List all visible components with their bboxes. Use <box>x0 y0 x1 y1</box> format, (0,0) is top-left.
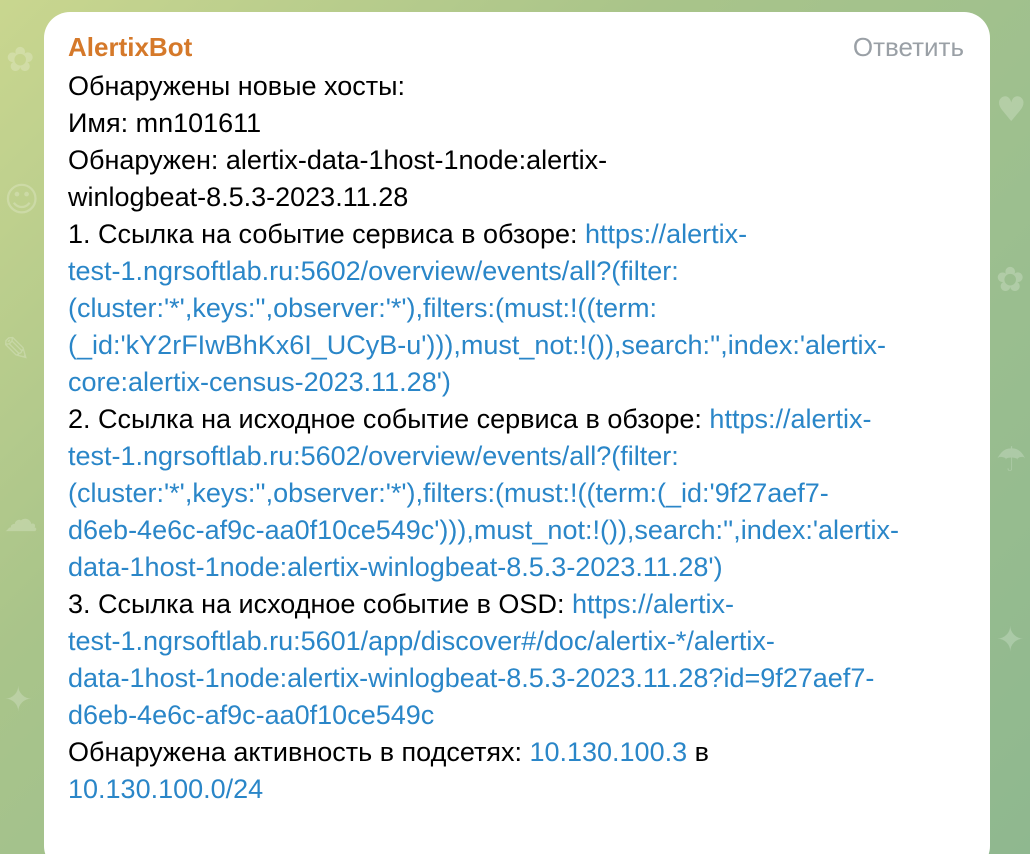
item-2-label: 2. Ссылка на исходное событие сервиса в … <box>68 404 710 434</box>
wallpaper-doodle-icon: ☺ <box>4 180 40 220</box>
wallpaper-doodle-icon: ☁ <box>4 500 38 540</box>
item-1: 1. Ссылка на событие сервиса в обзоре: h… <box>68 216 958 253</box>
wallpaper-doodle-icon: ✦ <box>996 620 1025 660</box>
item-3-link[interactable]: test-1.ngrsoftlab.ru:5601/app/discover#/… <box>68 626 775 656</box>
message-bubble: AlertixBot Ответить Обнаружены новые хос… <box>44 12 990 854</box>
item-3-link[interactable]: data-1host-1node:alertix-winlogbeat-8.5.… <box>68 663 874 693</box>
item-1-link[interactable]: (cluster:'*',keys:'',observer:'*'),filte… <box>68 293 657 323</box>
item-2: 2. Ссылка на исходное событие сервиса в … <box>68 401 958 438</box>
activity-in-text: в <box>687 737 709 767</box>
item-2-link[interactable]: data-1host-1node:alertix-winlogbeat-8.5.… <box>68 552 723 582</box>
item-1-link[interactable]: https://alertix- <box>585 219 747 249</box>
wallpaper-doodle-icon: ✿ <box>996 260 1025 300</box>
item-3-link[interactable]: d6eb-4e6c-af9c-aa0f10ce549c <box>68 700 434 730</box>
activity-line: Обнаружена активность в подсетях: 10.130… <box>68 734 958 771</box>
activity-ip-link[interactable]: 10.130.100.3 <box>529 737 687 767</box>
item-1-link[interactable]: (_id:'kY2rFIwBhKx6I_UCyB-u'))),must_not:… <box>68 330 886 360</box>
item-1-label: 1. Ссылка на событие сервиса в обзоре: <box>68 219 586 249</box>
wallpaper-doodle-icon: ✦ <box>4 680 33 720</box>
wallpaper-doodle-icon: ✎ <box>2 330 31 370</box>
wallpaper-doodle-icon: ✿ <box>6 40 35 80</box>
message-heading: Обнаружены новые хосты: <box>68 71 405 101</box>
item-3: 3. Ссылка на исходное событие в OSD: htt… <box>68 586 958 623</box>
message-header: AlertixBot Ответить <box>68 32 964 68</box>
item-2-link[interactable]: d6eb-4e6c-af9c-aa0f10ce549c'))),must_not… <box>68 515 899 545</box>
item-1-link[interactable]: core:alertix-census-2023.11.28') <box>68 367 451 397</box>
item-2-link[interactable]: (cluster:'*',keys:'',observer:'*'),filte… <box>68 478 829 508</box>
host-name: Имя: mn101611 <box>68 108 262 138</box>
activity-label: Обнаружена активность в подсетях: <box>68 737 530 767</box>
item-3-link[interactable]: https://alertix- <box>572 589 734 619</box>
reply-button[interactable]: Ответить <box>853 32 964 63</box>
item-3-label: 3. Ссылка на исходное событие в OSD: <box>68 589 572 619</box>
activity-subnet-link[interactable]: 10.130.100.0/24 <box>68 774 263 804</box>
message-text: Обнаружены новые хосты: Имя: mn101611 Об… <box>68 68 958 808</box>
item-2-link[interactable]: https://alertix- <box>709 404 871 434</box>
wallpaper-doodle-icon: ☂ <box>996 440 1027 480</box>
sender-name[interactable]: AlertixBot <box>68 32 192 63</box>
detected-source-cont: winlogbeat-8.5.3-2023.11.28 <box>68 182 409 212</box>
item-1-link[interactable]: test-1.ngrsoftlab.ru:5602/overview/event… <box>68 256 679 286</box>
wallpaper-doodle-icon: ♥ <box>996 90 1027 130</box>
detected-source: Обнаружен: alertix-data-1host-1node:aler… <box>68 145 608 175</box>
item-2-link[interactable]: test-1.ngrsoftlab.ru:5602/overview/event… <box>68 441 679 471</box>
